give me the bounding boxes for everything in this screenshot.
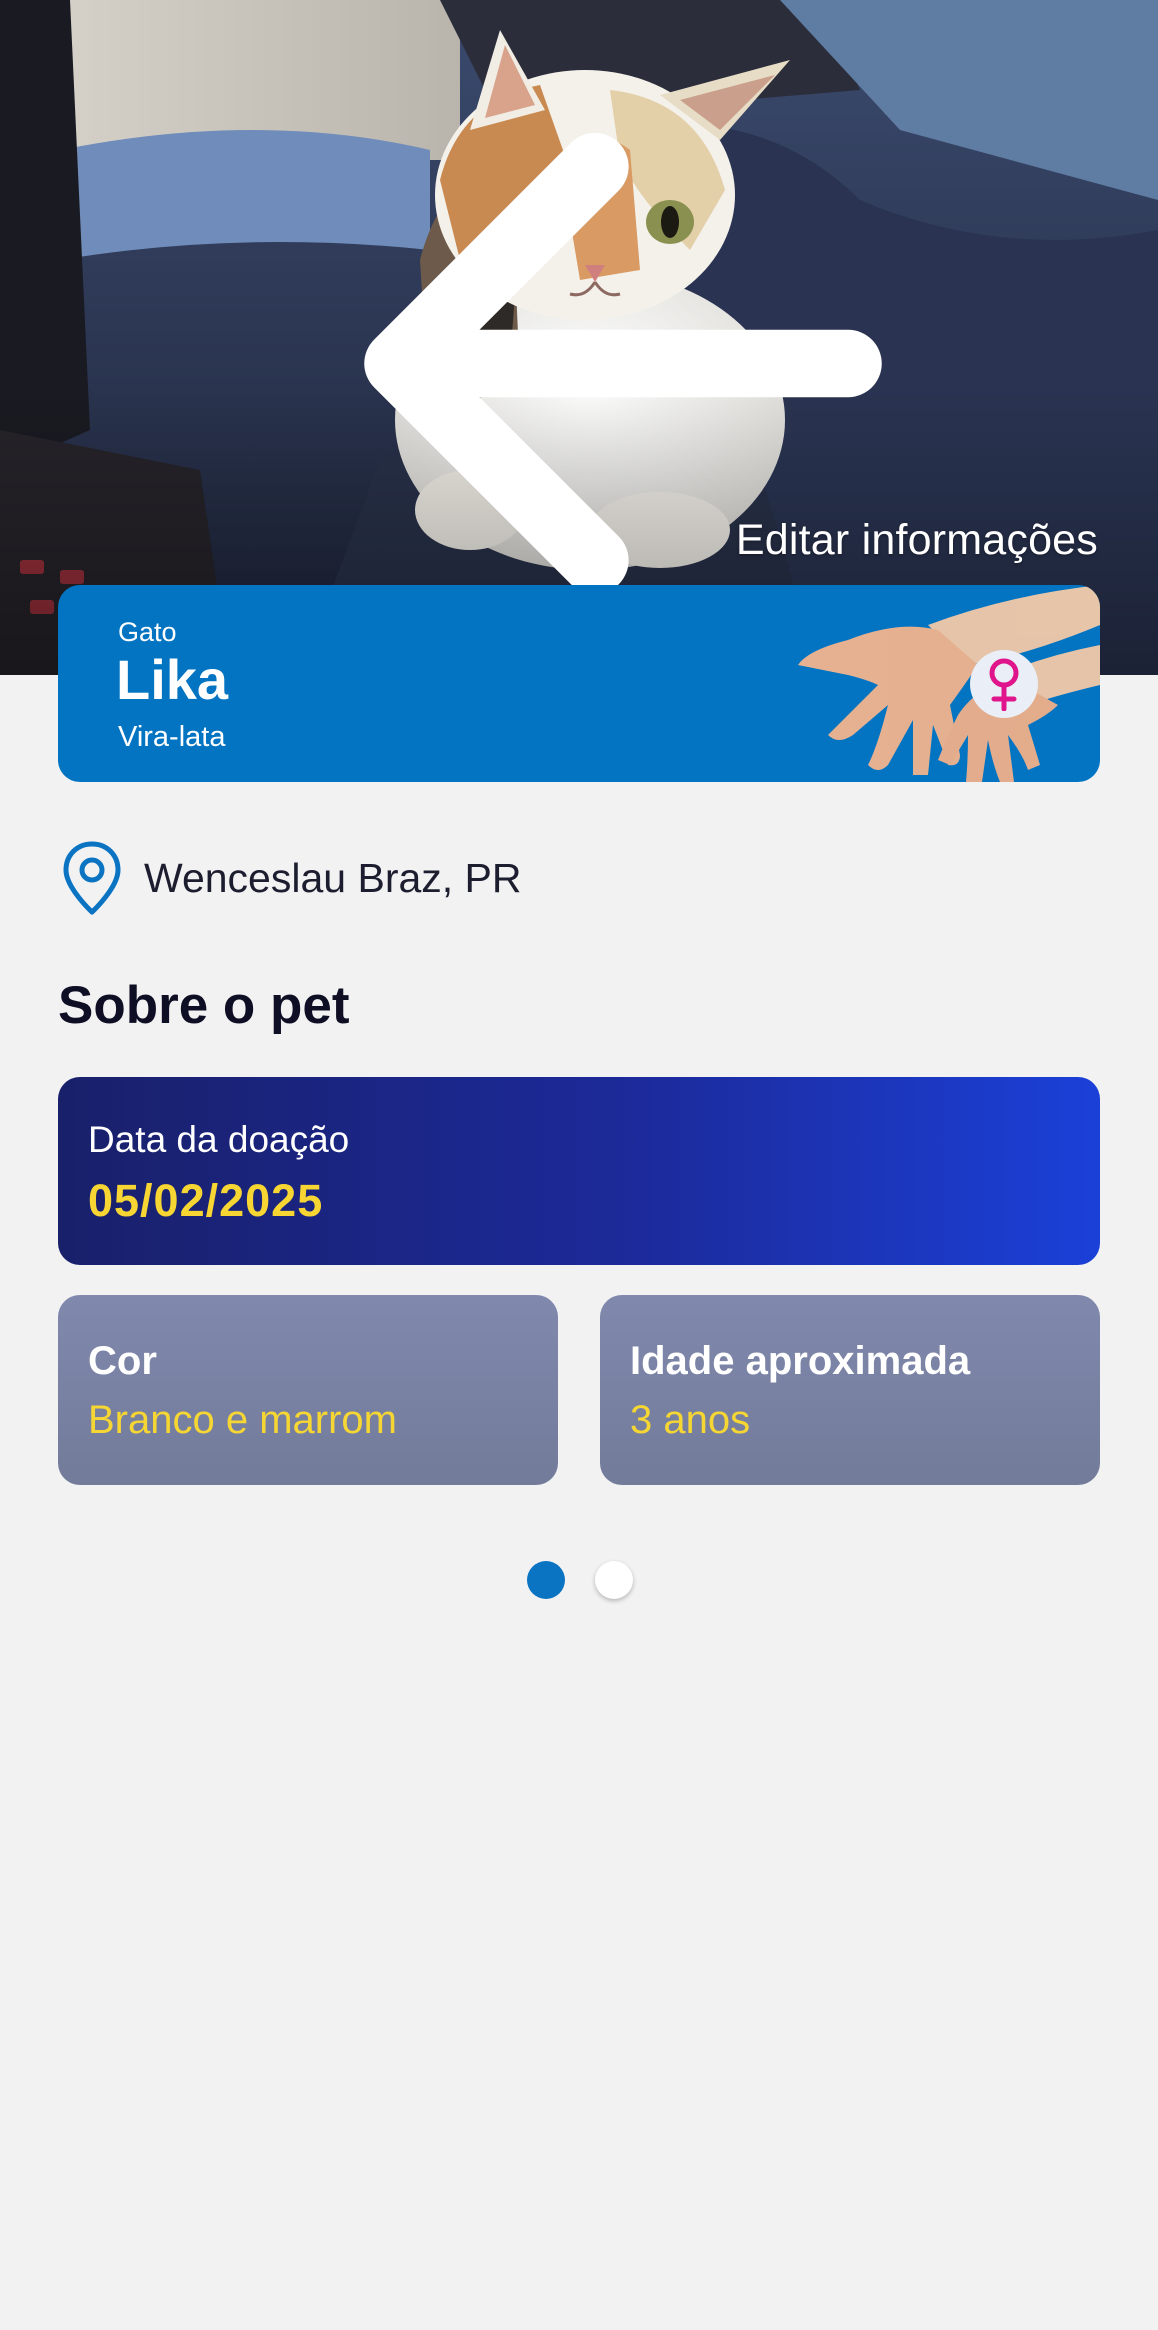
pet-photo: Editar informações	[0, 0, 1158, 675]
donation-date-label: Data da doação	[88, 1119, 350, 1160]
location-pin-icon	[63, 841, 121, 915]
age-value: 3 anos	[630, 1398, 751, 1442]
menu-button[interactable]	[1036, 36, 1112, 108]
back-button[interactable]	[44, 26, 882, 595]
female-symbol-icon	[989, 658, 1019, 711]
donation-date-value: 05/02/2025	[88, 1175, 324, 1226]
location-text: Wenceslau Braz, PR	[144, 854, 522, 901]
color-label: Cor	[88, 1339, 157, 1383]
pet-location: Wenceslau Braz, PR	[60, 838, 522, 918]
hands-illustration	[798, 585, 1100, 782]
pet-header-card: Gato Lika Vira-lata	[58, 585, 1100, 782]
page-dot-2[interactable]	[595, 1561, 633, 1599]
notifications-button[interactable]	[932, 36, 1004, 108]
age-card: Idade aproximada 3 anos	[600, 1295, 1100, 1485]
sex-badge	[970, 650, 1038, 718]
donation-date-card: Data da doação 05/02/2025	[58, 1077, 1100, 1265]
pet-breed: Vira-lata	[118, 721, 226, 753]
edit-info-link[interactable]: Editar informações	[736, 516, 1098, 565]
pet-name: Lika	[116, 648, 229, 711]
color-card: Cor Branco e marrom	[58, 1295, 558, 1485]
about-section-title: Sobre o pet	[58, 976, 350, 1035]
hamburger-menu-icon	[1036, 36, 1158, 675]
pet-species: Gato	[118, 617, 177, 647]
pet-details-screen: Editar informações Gato Lika Vira-lata W…	[0, 0, 1158, 2330]
page-indicator	[527, 1560, 637, 1600]
page-dot-1[interactable]	[527, 1561, 565, 1599]
color-value: Branco e marrom	[88, 1398, 397, 1442]
age-label: Idade aproximada	[630, 1339, 971, 1383]
